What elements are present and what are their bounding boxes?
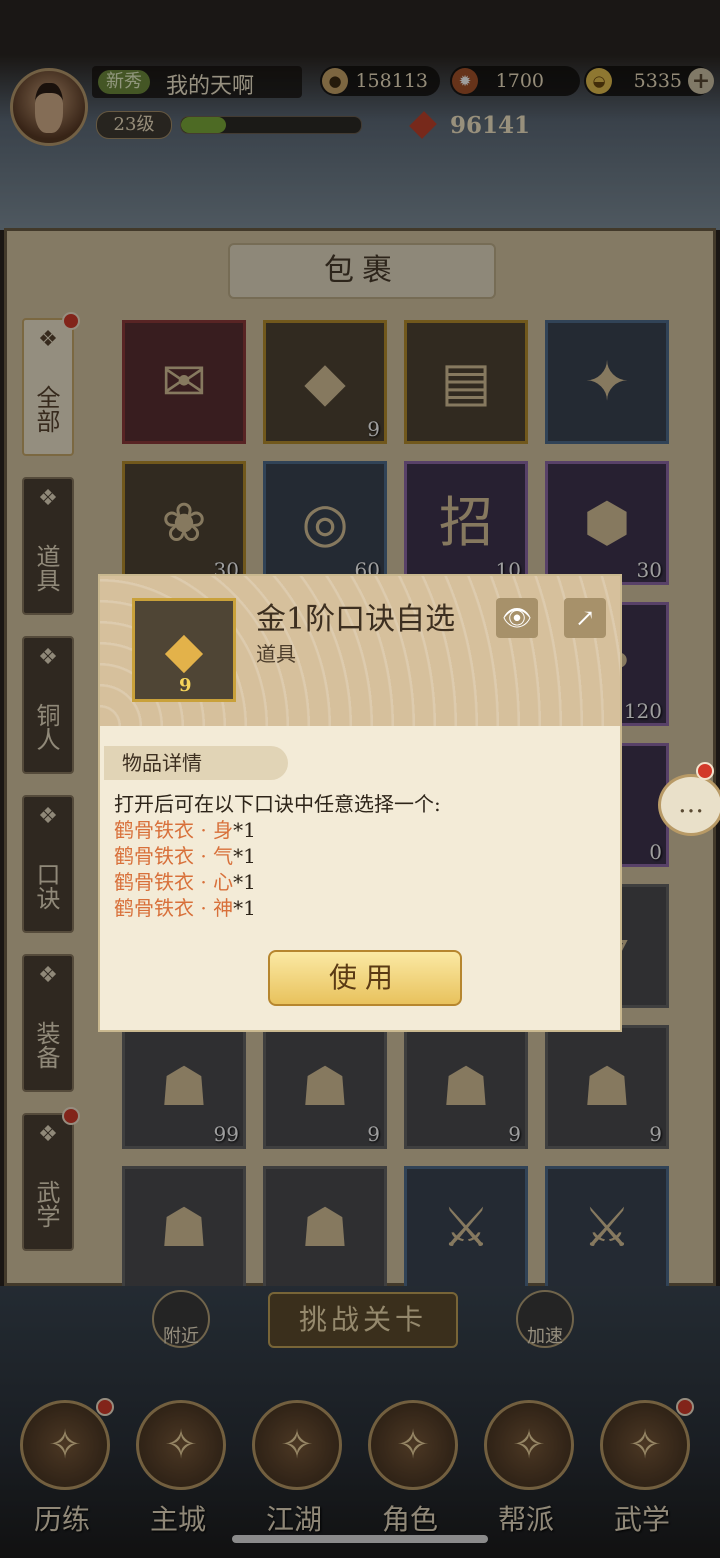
use-button[interactable]: 使用	[268, 950, 462, 1006]
share-icon: ↗	[574, 604, 596, 632]
option-name: 鹤骨铁衣 · 气	[114, 844, 234, 868]
share-button[interactable]: ↗	[564, 598, 606, 638]
item-description: 打开后可在以下口诀中任意选择一个:	[114, 792, 441, 816]
item-name: 金1阶口诀自选	[256, 602, 456, 637]
preview-button[interactable]: 👁	[496, 598, 538, 638]
option-name: 鹤骨铁衣 · 心	[114, 870, 234, 894]
item-detail-modal: ◆ 9 金1阶口诀自选 道具 👁 ↗ 物品详情 打开后可在以下口诀中任意选择一个…	[98, 574, 622, 1032]
item-type: 道具	[256, 642, 296, 666]
chat-badge	[696, 762, 714, 780]
option-qty: *1	[233, 818, 256, 842]
reward-option: 鹤骨铁衣 · 神*1	[114, 892, 256, 921]
chat-icon: …	[678, 789, 704, 819]
item-count: 9	[179, 675, 192, 696]
item-icon: ◆ 9	[132, 598, 236, 702]
reward-option: 鹤骨铁衣 · 气*1	[114, 840, 256, 869]
option-qty: *1	[233, 844, 256, 868]
reward-option: 鹤骨铁衣 · 心*1	[114, 866, 256, 895]
option-qty: *1	[233, 870, 256, 894]
eye-icon: 👁	[501, 604, 533, 632]
option-qty: *1	[233, 896, 256, 920]
chat-button[interactable]: …	[658, 774, 720, 836]
option-name: 鹤骨铁衣 · 神	[114, 896, 234, 920]
option-name: 鹤骨铁衣 · 身	[114, 818, 234, 842]
detail-label: 物品详情	[104, 746, 288, 780]
reward-option: 鹤骨铁衣 · 身*1	[114, 814, 256, 843]
